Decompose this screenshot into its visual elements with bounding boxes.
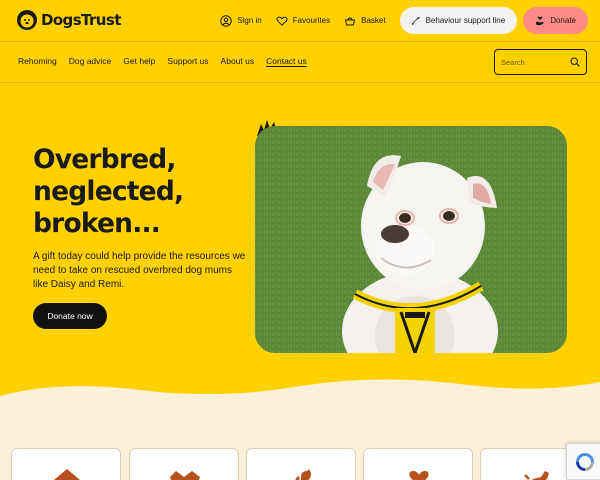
favourites-label: Favourites	[292, 16, 331, 25]
category-card-house[interactable]	[11, 448, 121, 480]
search-icon[interactable]	[570, 57, 580, 67]
nav-item-support-us[interactable]: Support us	[167, 56, 208, 66]
category-card-dog-sitting[interactable]	[246, 448, 356, 480]
dog-running-icon	[524, 471, 549, 480]
dogs-trust-logo[interactable]: DogsTrust	[16, 9, 121, 31]
hero-dog-photo	[255, 126, 567, 353]
search-input[interactable]	[501, 57, 563, 67]
sign-in-label: Sign in	[237, 16, 262, 25]
nav-item-dog-advice[interactable]: Dog advice	[69, 56, 112, 66]
headline-line-3: broken...	[33, 208, 161, 239]
heart-outline-icon	[276, 16, 288, 26]
category-card-heart[interactable]	[363, 448, 473, 480]
headline-line-1: Overbred,	[33, 144, 177, 175]
hero-headline: Overbred, neglected, broken...	[33, 144, 243, 240]
behaviour-support-label: Behaviour support line	[425, 16, 506, 25]
main-nav: Rehoming Dog advice Get help Support us …	[18, 56, 319, 66]
house-icon	[53, 469, 81, 480]
nav-item-get-help[interactable]: Get help	[123, 56, 155, 66]
basket-icon	[345, 17, 356, 25]
basket-link[interactable]: Basket	[344, 15, 386, 27]
top-bar: DogsTrust Sign in Favourites Basket Beha…	[0, 0, 600, 41]
basket-label: Basket	[361, 16, 386, 25]
favourites-link[interactable]: Favourites	[276, 15, 330, 27]
white-dog-photo	[255, 126, 567, 353]
donate-button[interactable]: Donate	[523, 7, 588, 34]
nav-item-rehoming[interactable]: Rehoming	[18, 56, 57, 66]
search-box[interactable]	[494, 49, 587, 75]
donate-now-button[interactable]: Donate now	[33, 303, 107, 329]
category-card-dog-face[interactable]	[129, 448, 239, 480]
headline-line-2: neglected,	[33, 176, 184, 207]
sign-in-link[interactable]: Sign in	[220, 14, 262, 27]
nav-item-about-us[interactable]: About us	[221, 56, 255, 66]
user-icon	[220, 14, 232, 27]
nav-divider	[0, 82, 600, 83]
dog-sitting-icon	[295, 469, 311, 480]
hero-subtext: A gift today could help provide the reso…	[33, 251, 246, 290]
nav-item-contact-us[interactable]: Contact us	[266, 56, 307, 66]
donate-label: Donate	[550, 16, 576, 25]
donate-hand-heart-icon	[536, 16, 544, 25]
logo-text: DogsTrust	[41, 11, 121, 29]
phone-icon	[411, 16, 420, 25]
category-cards	[11, 448, 600, 480]
heart-icon	[409, 471, 429, 480]
top-divider	[0, 41, 600, 42]
dog-head-logo-icon	[17, 10, 37, 30]
dog-face-icon	[170, 471, 200, 480]
recaptcha-badge[interactable]	[566, 443, 600, 480]
recaptcha-icon	[576, 453, 594, 471]
behaviour-support-line-button[interactable]: Behaviour support line	[399, 7, 518, 34]
